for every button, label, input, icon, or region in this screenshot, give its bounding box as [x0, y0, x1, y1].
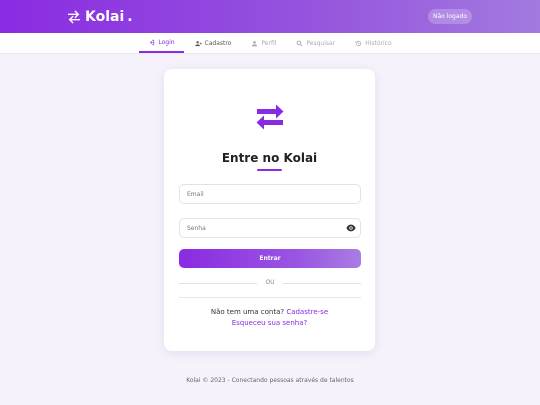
- history-icon: [355, 40, 362, 46]
- user-icon: [252, 40, 258, 46]
- login-status-badge: Não logado: [427, 9, 472, 24]
- search-icon: [296, 40, 303, 46]
- email-field[interactable]: [179, 184, 361, 204]
- title-underline: [257, 169, 282, 171]
- nav-item-perfil[interactable]: Perfil: [242, 33, 285, 53]
- main-nav: Login Cadastro Perfil Pesquisar Históric…: [0, 33, 540, 54]
- exchange-arrows-icon: [256, 104, 284, 130]
- eye-icon[interactable]: [346, 223, 356, 233]
- footer-text: Kolai © 2023 - Conectando pessoas atravé…: [186, 377, 354, 384]
- nav-item-pesquisar[interactable]: Pesquisar: [287, 33, 344, 53]
- nav-item-login[interactable]: Login: [139, 33, 184, 53]
- no-account-text: Não tem uma conta?: [210, 308, 285, 316]
- forgot-password-link[interactable]: Esqueceu sua senha?: [232, 319, 308, 327]
- nav-item-historico[interactable]: Histórico: [346, 33, 400, 53]
- brand-logo[interactable]: Kolai .: [66, 9, 133, 25]
- login-icon: [150, 39, 155, 45]
- nav-item-cadastro[interactable]: Cadastro: [186, 33, 241, 53]
- user-plus-icon: [194, 40, 202, 46]
- signup-link[interactable]: Cadastre-se: [286, 308, 328, 316]
- exchange-arrows-icon: [68, 9, 80, 24]
- login-card: Entre no Kolai Entrar OU Não tem uma con…: [164, 69, 375, 351]
- password-field[interactable]: [179, 218, 361, 238]
- nav-item-pesquisar-label: Pesquisar: [306, 39, 336, 47]
- nav-item-login-label: Login: [158, 38, 175, 46]
- section-divider: [179, 297, 361, 298]
- app-header: Kolai . Não logado: [0, 0, 540, 33]
- nav-item-historico-label: Histórico: [365, 39, 392, 47]
- signup-prompt: Não tem uma conta? Cadastre-se: [164, 308, 375, 316]
- brand-dot: .: [127, 8, 133, 25]
- brand-name: Kolai: [85, 8, 125, 25]
- forgot-password-line: Esqueceu sua senha?: [164, 319, 375, 327]
- nav-item-perfil-label: Perfil: [261, 39, 277, 47]
- or-divider: OU: [179, 279, 361, 287]
- login-title: Entre no Kolai: [221, 151, 318, 165]
- divider-line-right: [283, 283, 361, 284]
- nav-item-cadastro-label: Cadastro: [204, 39, 232, 47]
- submit-button[interactable]: Entrar: [179, 249, 361, 268]
